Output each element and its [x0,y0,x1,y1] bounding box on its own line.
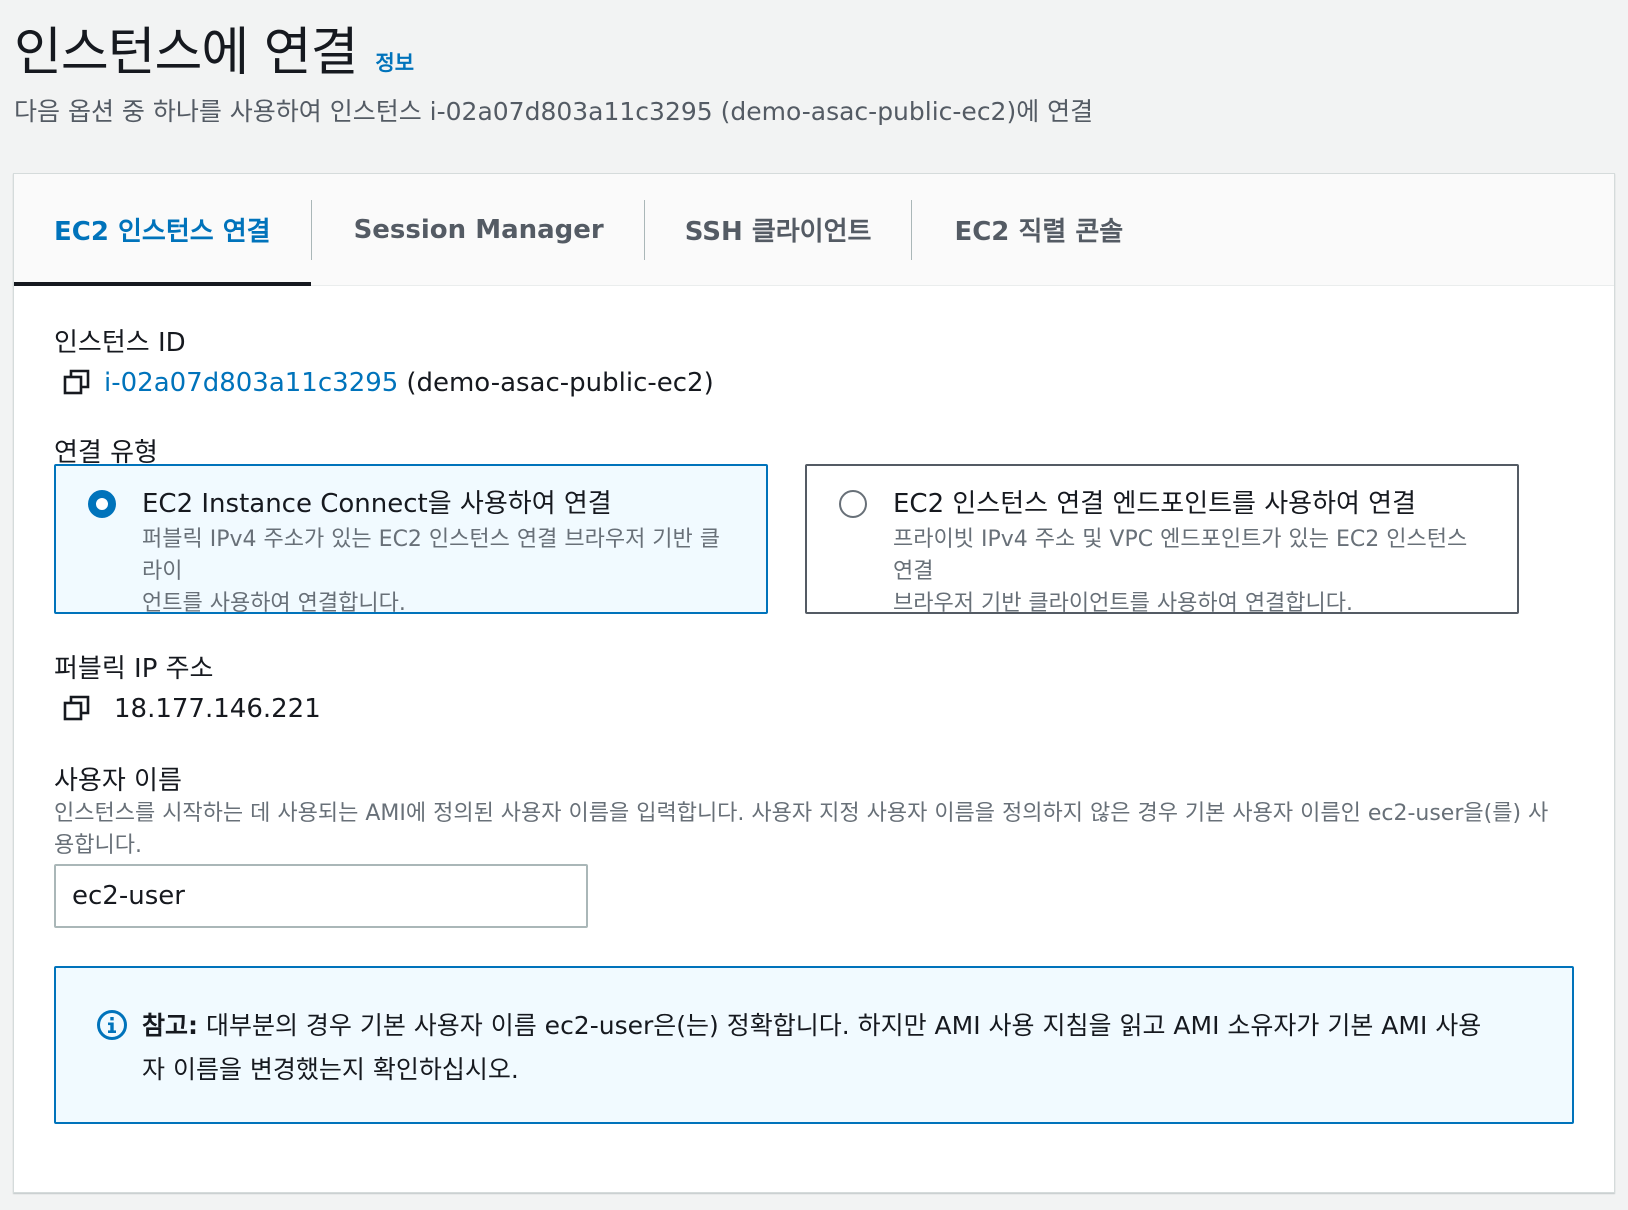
tab-separator [310,199,312,260]
public-ip-value: 18.177.146.221 [114,694,321,724]
page: 인스턴스에 연결 정보 다음 옵션 중 하나를 사용하여 인스턴스 i-02a0… [0,0,1628,1210]
username-label: 사용자 이름 [54,766,182,796]
radio-checked-icon[interactable] [88,490,116,518]
alert-text-line: 참고: 대부분의 경우 기본 사용자 이름 ec2-user은(는) 정확합니다… [142,1004,1532,1048]
username-description-line: 용합니다. [54,833,142,858]
option-description-line: 프라이빗 IPv4 주소 및 VPC 엔드포인트가 있는 EC2 인스턴스 연결 [893,527,1468,584]
tab-separator [911,199,913,260]
username-description-line: 인스턴스를 시작하는 데 사용되는 AMI에 정의된 사용자 이름을 입력합니다… [54,801,1549,826]
tab-bar: EC2 인스턴스 연결 Session Manager SSH 클라이언트 EC… [14,174,1614,286]
tab-ec2-instance-connect[interactable]: EC2 인스턴스 연결 [14,174,311,286]
instance-id-row: i-02a07d803a11c3295 (demo-asac-public-ec… [62,368,714,398]
option-title: EC2 Instance Connect을 사용하여 연결 [142,489,612,519]
tab-separator [643,199,645,260]
tab-ssh-client[interactable]: SSH 클라이언트 [685,174,872,285]
option-title: EC2 인스턴스 연결 엔드포인트를 사용하여 연결 [893,489,1417,519]
connect-card: EC2 인스턴스 연결 Session Manager SSH 클라이언트 EC… [13,173,1615,1193]
info-alert: 참고: 대부분의 경우 기본 사용자 이름 ec2-user은(는) 정확합니다… [54,966,1574,1124]
option-description-line: 브라우저 기반 클라이언트를 사용하여 연결합니다. [893,591,1354,616]
copy-icon[interactable] [62,368,92,398]
title-row: 인스턴스에 연결 정보 [14,10,414,85]
username-description: 인스턴스를 시작하는 데 사용되는 AMI에 정의된 사용자 이름을 입력합니다… [54,798,1574,862]
public-ip-row: 18.177.146.221 [62,694,321,724]
radio-unchecked-icon[interactable] [839,490,867,518]
option-description-line: 언트를 사용하여 연결합니다. [142,591,406,616]
page-title: 인스턴스에 연결 [14,23,358,83]
option-description-line: 퍼블릭 IPv4 주소가 있는 EC2 인스턴스 연결 브라우저 기반 클라이 [142,527,721,584]
alert-prefix: 참고: [142,1011,198,1040]
page-subtitle: 다음 옵션 중 하나를 사용하여 인스턴스 i-02a07d803a11c329… [14,97,1094,126]
tab-ec2-serial-console[interactable]: EC2 직렬 콘솔 [954,174,1123,285]
tab-session-manager[interactable]: Session Manager [354,174,604,285]
alert-text: 대부분의 경우 기본 사용자 이름 ec2-user은(는) 정확합니다. 하지… [198,1011,1482,1040]
public-ip-label: 퍼블릭 IP 주소 [54,654,214,684]
instance-id-label: 인스턴스 ID [54,328,186,358]
connection-option-instance-connect[interactable]: EC2 Instance Connect을 사용하여 연결 퍼블릭 IPv4 주… [54,464,768,616]
info-link[interactable]: 정보 [375,47,414,77]
alert-text-line: 자 이름을 변경했는지 확인하십시오. [142,1055,519,1084]
connection-option-endpoint[interactable]: EC2 인스턴스 연결 엔드포인트를 사용하여 연결 프라이빗 IPv4 주소 … [805,464,1519,616]
copy-icon[interactable] [62,694,92,724]
page-header: 인스턴스에 연결 정보 [14,10,414,85]
username-input[interactable] [54,864,588,928]
instance-name: (demo-asac-public-ec2) [406,368,714,398]
info-circle-icon [96,1009,128,1041]
instance-id-link[interactable]: i-02a07d803a11c3295 [104,368,398,398]
option-description: 퍼블릭 IPv4 주소가 있는 EC2 인스턴스 연결 브라우저 기반 클라이 … [142,524,736,620]
option-description: 프라이빗 IPv4 주소 및 VPC 엔드포인트가 있는 EC2 인스턴스 연결… [893,524,1487,620]
